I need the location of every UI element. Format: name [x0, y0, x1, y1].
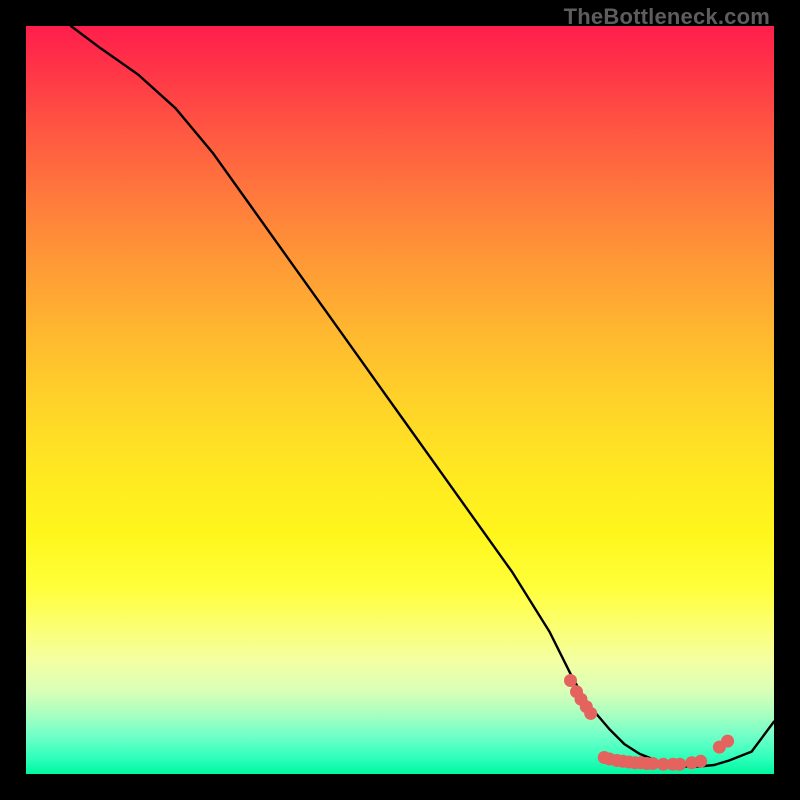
marker-dot [694, 755, 707, 768]
marker-dot [564, 674, 577, 687]
marker-dot [673, 758, 686, 771]
chart-svg [26, 26, 774, 774]
curve-line [71, 26, 774, 767]
marker-dot [721, 735, 734, 748]
chart-frame: TheBottleneck.com [0, 0, 800, 800]
marker-dot [584, 707, 597, 720]
marker-dots [564, 674, 734, 771]
